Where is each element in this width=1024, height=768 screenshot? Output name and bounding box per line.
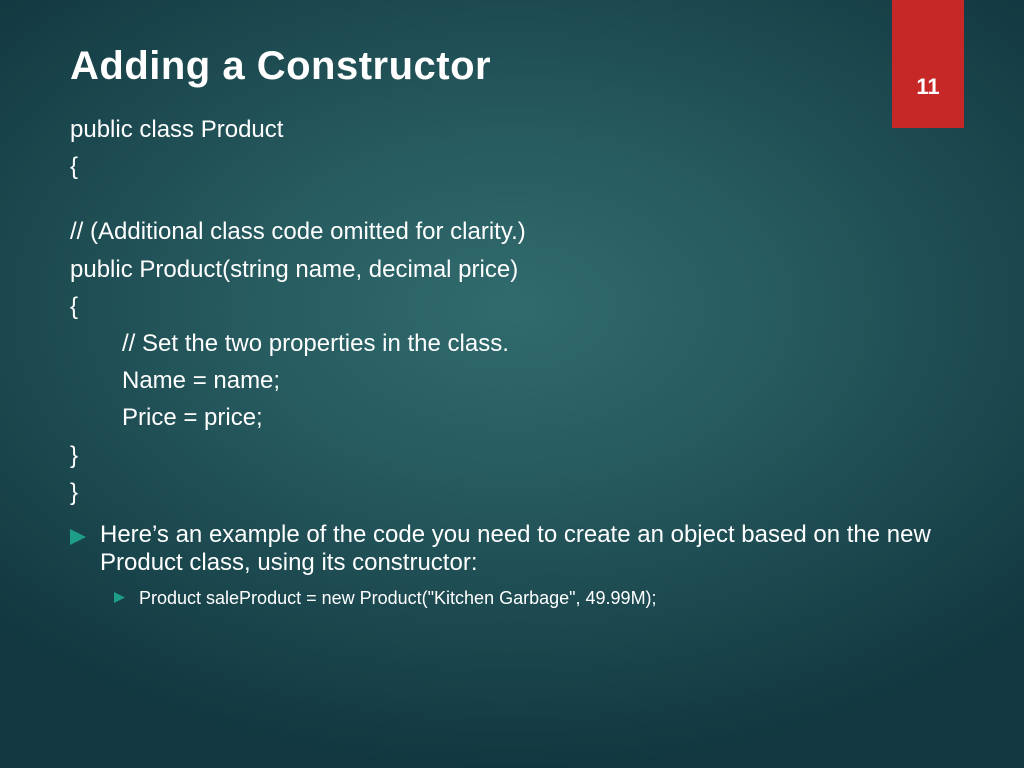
bullet-list: Here’s an example of the code you need t… xyxy=(70,521,954,609)
triangle-icon xyxy=(70,529,86,545)
code-line: } xyxy=(70,474,954,511)
triangle-icon xyxy=(114,592,125,603)
bullet-text: Here’s an example of the code you need t… xyxy=(100,521,954,578)
code-line: { xyxy=(70,288,954,325)
bullet-subitem: Product saleProduct = new Product("Kitch… xyxy=(70,588,954,610)
code-line: // Set the two properties in the class. xyxy=(70,325,954,362)
slide-number: 11 xyxy=(916,74,939,100)
slide-title: Adding a Constructor xyxy=(70,44,954,89)
bullet-text: Product saleProduct = new Product("Kitch… xyxy=(139,588,657,610)
code-block: public class Product { // (Additional cl… xyxy=(70,111,954,511)
code-line: } xyxy=(70,437,954,474)
code-line: public class Product xyxy=(70,111,954,148)
slide-body: Adding a Constructor public class Produc… xyxy=(0,0,1024,657)
code-line: { xyxy=(70,148,954,185)
code-line: Price = price; xyxy=(70,399,954,436)
code-blank-line xyxy=(70,185,954,213)
bullet-item: Here’s an example of the code you need t… xyxy=(70,521,954,578)
code-line: public Product(string name, decimal pric… xyxy=(70,251,954,288)
code-line: Name = name; xyxy=(70,362,954,399)
code-line: // (Additional class code omitted for cl… xyxy=(70,213,954,250)
slide-number-ribbon: 11 xyxy=(892,0,964,128)
